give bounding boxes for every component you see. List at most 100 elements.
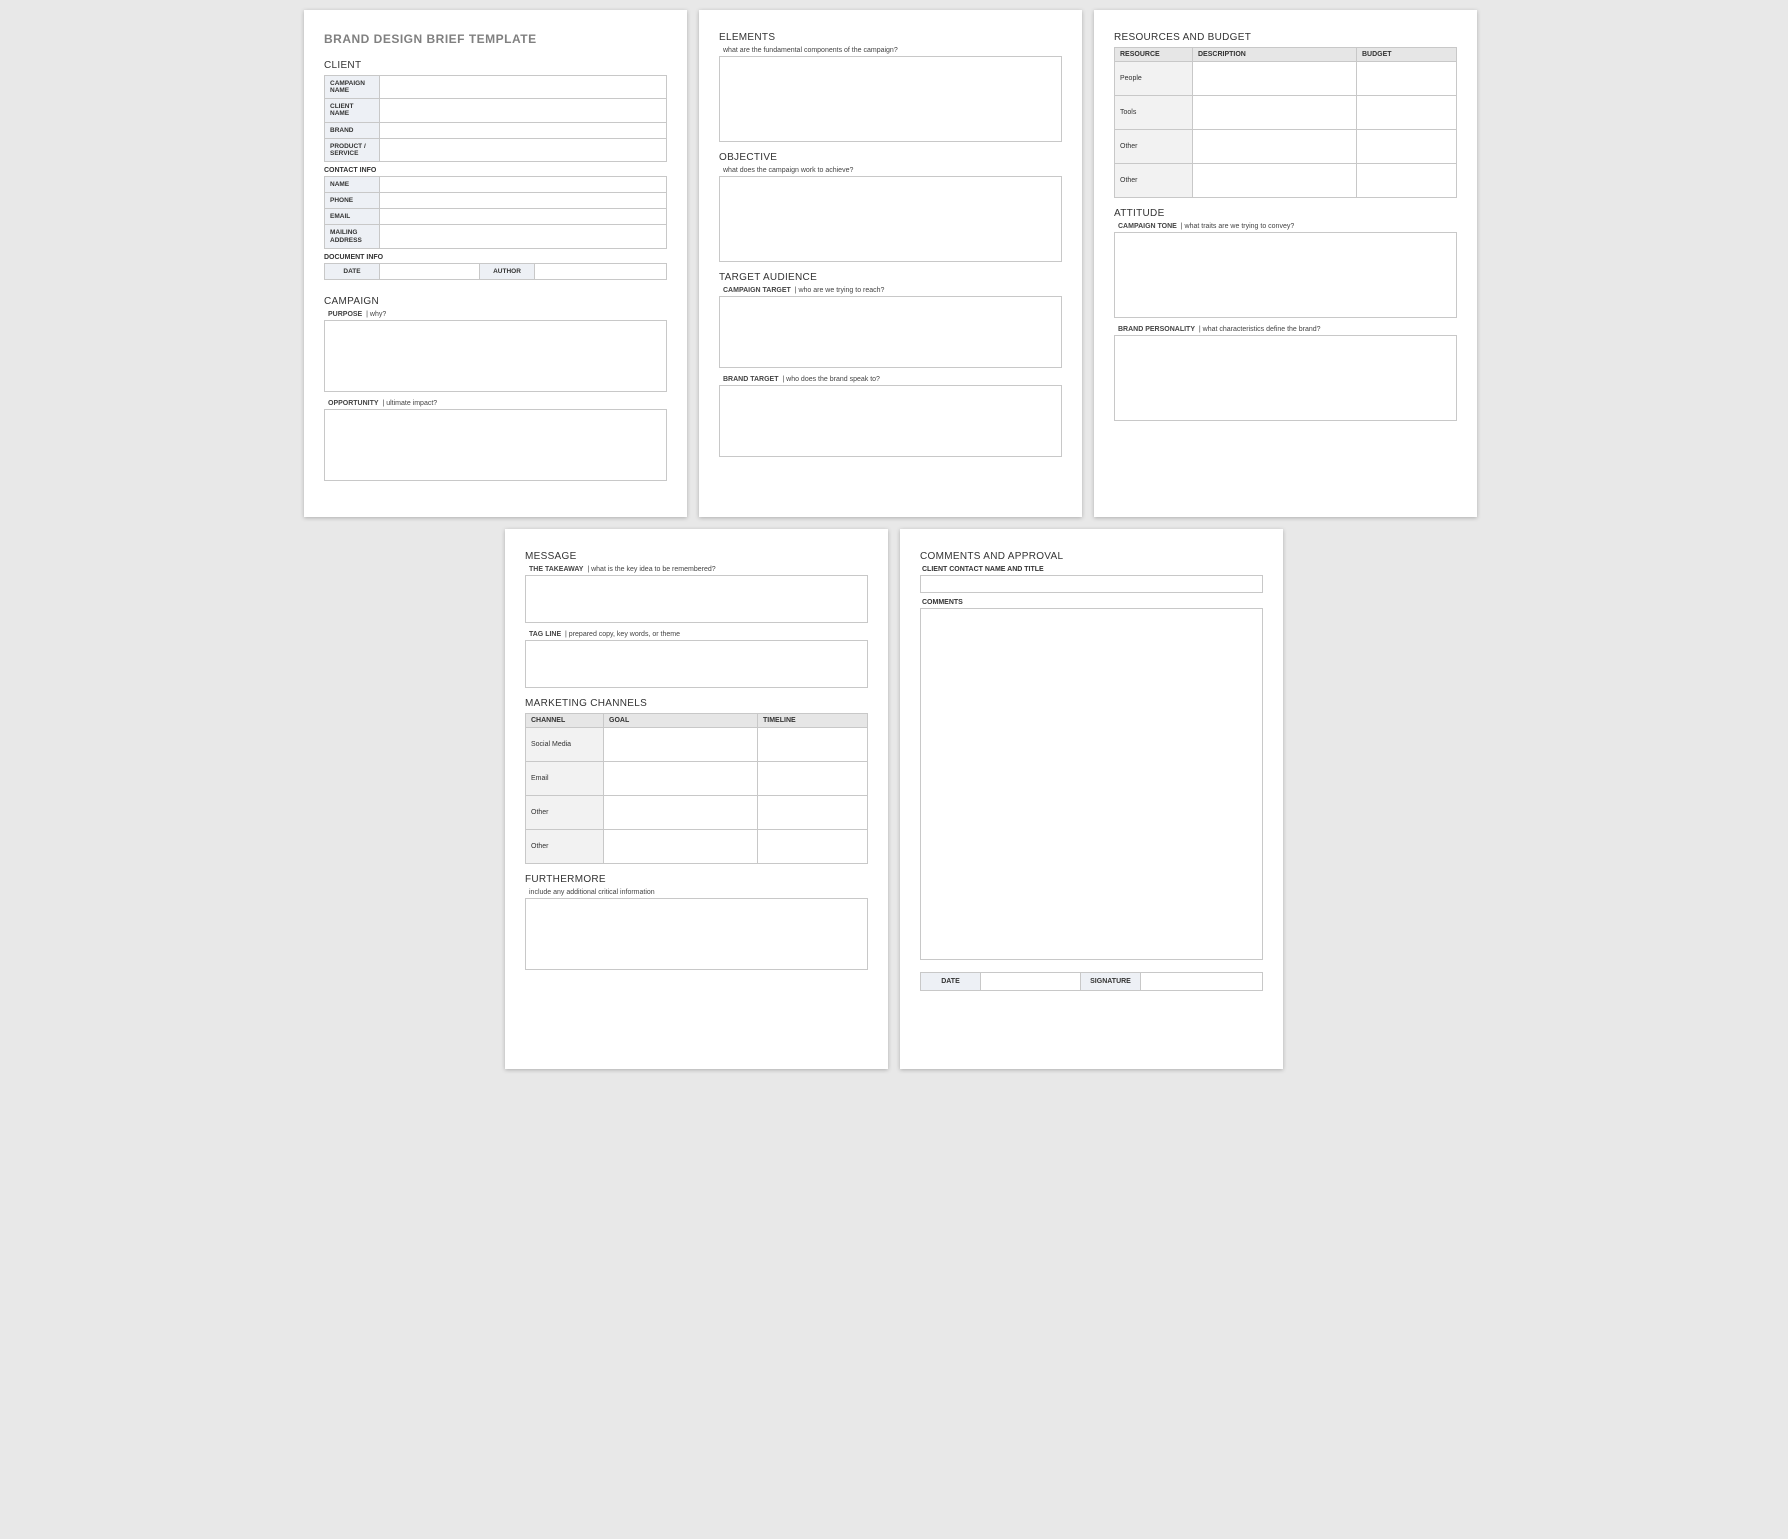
elements-box[interactable] [719, 56, 1062, 142]
doc-title: BRAND DESIGN BRIEF TEMPLATE [324, 32, 667, 46]
cell-desc[interactable] [1193, 96, 1357, 130]
page-1: BRAND DESIGN BRIEF TEMPLATE CLIENT CAMPA… [304, 10, 687, 517]
page-2: ELEMENTS what are the fundamental compon… [699, 10, 1082, 517]
channels-table: CHANNEL GOAL TIMELINE Social Media Email… [525, 713, 868, 864]
label-contact-mailing: MAILING ADDRESS [325, 225, 380, 248]
cell-budget[interactable] [1357, 96, 1457, 130]
label-contact-name: NAME [325, 176, 380, 192]
cell-timeline[interactable] [758, 727, 868, 761]
label-author: AUTHOR [480, 263, 535, 279]
brand-target-box[interactable] [719, 385, 1062, 457]
input-sig-date[interactable] [981, 972, 1081, 990]
comments-box[interactable] [920, 608, 1263, 960]
docinfo-heading: DOCUMENT INFO [324, 254, 667, 261]
label-brand: BRAND [325, 122, 380, 138]
contact-info-heading: CONTACT INFO [324, 167, 667, 174]
marketing-channels-heading: MARKETING CHANNELS [525, 698, 868, 709]
resources-budget-heading: RESOURCES AND BUDGET [1114, 32, 1457, 43]
input-date[interactable] [380, 263, 480, 279]
takeaway-box[interactable] [525, 575, 868, 623]
col-channel: CHANNEL [526, 713, 604, 727]
campaign-target-box[interactable] [719, 296, 1062, 368]
cell-desc[interactable] [1193, 62, 1357, 96]
cell-budget[interactable] [1357, 130, 1457, 164]
input-contact-name[interactable] [380, 176, 667, 192]
label-client-name: CLIENT NAME [325, 99, 380, 122]
cell-goal[interactable] [604, 795, 758, 829]
label-date: DATE [325, 263, 380, 279]
row-tools: Tools [1115, 96, 1193, 130]
input-campaign-name[interactable] [380, 76, 667, 99]
row-brand: BRAND [325, 122, 667, 138]
col-description: DESCRIPTION [1193, 48, 1357, 62]
opportunity-box[interactable] [324, 409, 667, 481]
col-budget: BUDGET [1357, 48, 1457, 62]
row-email: Email [526, 761, 604, 795]
label-sig-date: DATE [921, 972, 981, 990]
objective-hint: what does the campaign work to achieve? [723, 167, 1062, 174]
docinfo-table: DATE AUTHOR [324, 263, 667, 280]
cell-desc[interactable] [1193, 130, 1357, 164]
brand-personality-label: BRAND PERSONALITY | what characteristics… [1118, 326, 1457, 333]
comments-approval-heading: COMMENTS AND APPROVAL [920, 551, 1263, 562]
page-5: COMMENTS AND APPROVAL CLIENT CONTACT NAM… [900, 529, 1283, 1069]
campaign-heading: CAMPAIGN [324, 296, 667, 307]
elements-hint: what are the fundamental components of t… [723, 47, 1062, 54]
row-other-1: Other [1115, 130, 1193, 164]
table-row: Tools [1115, 96, 1457, 130]
row-other-2: Other [1115, 164, 1193, 198]
cell-goal[interactable] [604, 727, 758, 761]
row-other-2: Other [526, 829, 604, 863]
cell-timeline[interactable] [758, 795, 868, 829]
table-row: Social Media [526, 727, 868, 761]
comments-label: COMMENTS [922, 599, 1263, 606]
col-goal: GOAL [604, 713, 758, 727]
table-row: People [1115, 62, 1457, 96]
message-heading: MESSAGE [525, 551, 868, 562]
input-contact-phone[interactable] [380, 193, 667, 209]
purpose-label: PURPOSE | why? [328, 311, 667, 318]
cell-budget[interactable] [1357, 62, 1457, 96]
table-row: Other [1115, 164, 1457, 198]
cell-timeline[interactable] [758, 829, 868, 863]
campaign-target-label: CAMPAIGN TARGET | who are we trying to r… [723, 287, 1062, 294]
brand-personality-box[interactable] [1114, 335, 1457, 421]
resources-table: RESOURCE DESCRIPTION BUDGET People Tools… [1114, 47, 1457, 198]
furthermore-hint: include any additional critical informat… [529, 889, 868, 896]
cell-timeline[interactable] [758, 761, 868, 795]
furthermore-box[interactable] [525, 898, 868, 970]
purpose-box[interactable] [324, 320, 667, 392]
table-row: Other [526, 829, 868, 863]
row-client-name: CLIENT NAME [325, 99, 667, 122]
tagline-label: TAG LINE | prepared copy, key words, or … [529, 631, 868, 638]
input-contact-email[interactable] [380, 209, 667, 225]
row-social: Social Media [526, 727, 604, 761]
brand-target-label: BRAND TARGET | who does the brand speak … [723, 376, 1062, 383]
cell-budget[interactable] [1357, 164, 1457, 198]
label-contact-phone: PHONE [325, 193, 380, 209]
signature-table: DATE SIGNATURE [920, 972, 1263, 991]
input-product-service[interactable] [380, 138, 667, 161]
cell-goal[interactable] [604, 829, 758, 863]
input-brand[interactable] [380, 122, 667, 138]
attitude-heading: ATTITUDE [1114, 208, 1457, 219]
input-author[interactable] [535, 263, 667, 279]
cell-desc[interactable] [1193, 164, 1357, 198]
objective-box[interactable] [719, 176, 1062, 262]
col-resource: RESOURCE [1115, 48, 1193, 62]
client-contact-label: CLIENT CONTACT NAME AND TITLE [922, 566, 1263, 573]
input-signature[interactable] [1141, 972, 1263, 990]
input-contact-mailing[interactable] [380, 225, 667, 248]
table-row: Email [526, 761, 868, 795]
client-contact-field[interactable] [920, 575, 1263, 593]
tone-box[interactable] [1114, 232, 1457, 318]
table-row: Other [1115, 130, 1457, 164]
input-client-name[interactable] [380, 99, 667, 122]
cell-goal[interactable] [604, 761, 758, 795]
tone-label: CAMPAIGN TONE | what traits are we tryin… [1118, 223, 1457, 230]
objective-heading: OBJECTIVE [719, 152, 1062, 163]
row-campaign-name: CAMPAIGN NAME [325, 76, 667, 99]
tagline-box[interactable] [525, 640, 868, 688]
label-contact-email: EMAIL [325, 209, 380, 225]
label-signature: SIGNATURE [1081, 972, 1141, 990]
